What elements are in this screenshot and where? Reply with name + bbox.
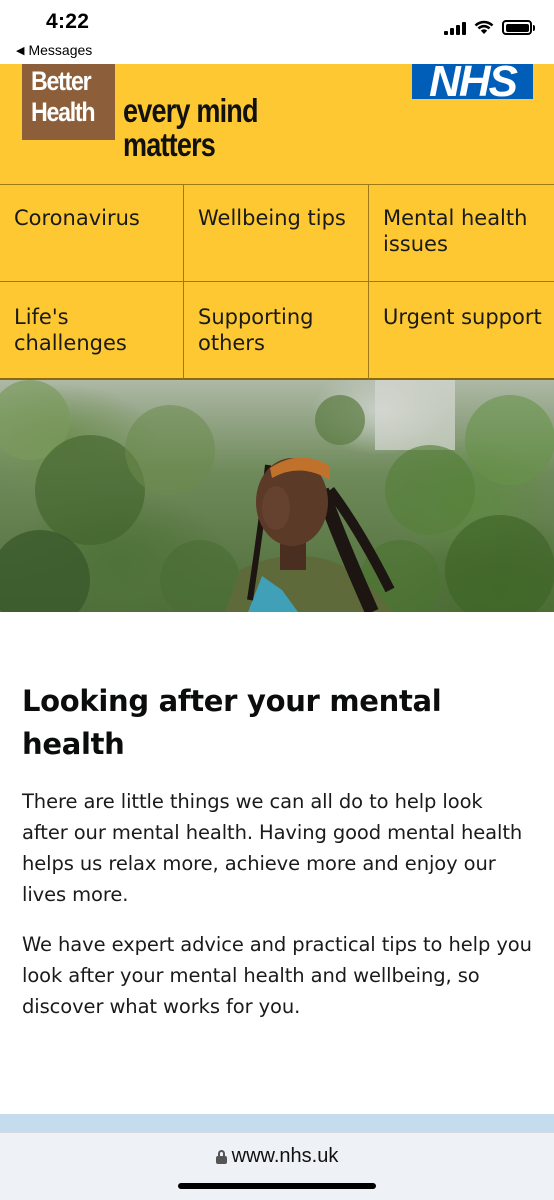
status-time: 4:22 <box>46 10 90 33</box>
every-mind-matters-logo[interactable]: every mind matters <box>123 94 259 162</box>
back-to-messages-button[interactable]: ◀ Messages <box>16 42 92 58</box>
nav-item-supporting-others[interactable]: Supporting others <box>184 282 369 379</box>
nav-item-wellbeing-tips[interactable]: Wellbeing tips <box>184 185 369 282</box>
brand-header: Better Health every mind matters NHS <box>0 64 554 184</box>
better-health-logo[interactable]: Better Health <box>22 64 115 140</box>
hero-image <box>0 380 554 612</box>
topic-nav-grid: Coronavirus Wellbeing tips Mental health… <box>0 184 554 380</box>
main-content: Looking after your mental health There a… <box>22 680 532 1022</box>
intro-paragraph: There are little things we can all do to… <box>22 790 523 906</box>
cellular-signal-icon <box>444 21 466 35</box>
lock-icon <box>215 1149 227 1164</box>
status-icons <box>444 20 535 35</box>
status-bar: 4:22 ◀ Messages <box>0 0 554 64</box>
nhs-logo[interactable]: NHS <box>412 64 533 99</box>
url-text: www.nhs.uk <box>231 1145 339 1167</box>
back-triangle-icon: ◀ <box>16 43 25 57</box>
nav-item-urgent-support[interactable]: Urgent support <box>369 282 554 379</box>
nav-item-lifes-challenges[interactable]: Life's challenges <box>0 282 184 379</box>
back-label: Messages <box>28 42 93 58</box>
nav-item-coronavirus[interactable]: Coronavirus <box>0 185 184 282</box>
section-divider <box>0 1114 554 1132</box>
wifi-icon <box>474 20 494 34</box>
page-title: Looking after your mental health <box>22 684 442 761</box>
url-display[interactable]: www.nhs.uk <box>0 1145 554 1168</box>
advice-paragraph: We have expert advice and practical tips… <box>22 933 532 1018</box>
battery-icon <box>502 20 535 35</box>
browser-address-bar[interactable]: www.nhs.uk <box>0 1132 554 1200</box>
home-indicator[interactable] <box>178 1183 376 1189</box>
nav-item-mental-health-issues[interactable]: Mental health issues <box>369 185 554 282</box>
